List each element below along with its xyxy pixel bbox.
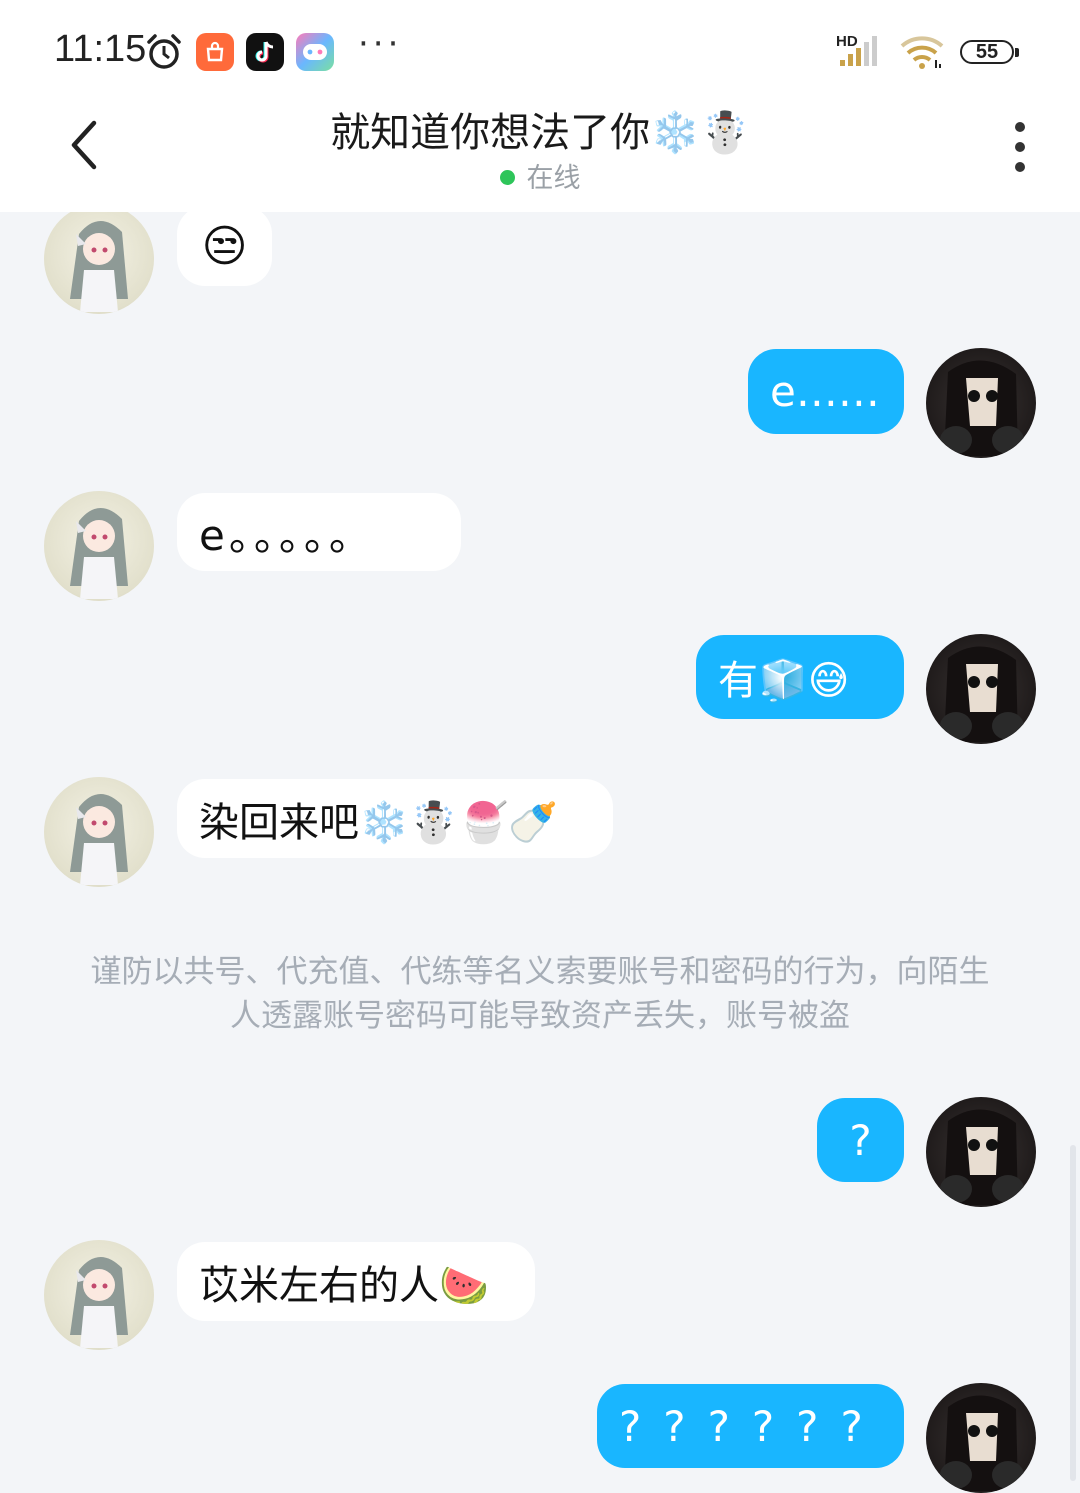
- wifi-icon: [900, 36, 944, 69]
- more-notifications-icon: ···: [358, 24, 403, 64]
- chat-title: 就知道你想法了你❄️☃️: [330, 110, 750, 156]
- message-bubble-outgoing[interactable]: 有🧊😅: [696, 635, 904, 719]
- friend-avatar[interactable]: [44, 1240, 154, 1350]
- top-bar: 11:15 ··· HD 55 就知道你想法了你❄️☃️ 在线: [0, 0, 1080, 212]
- more-vertical-icon: [1015, 122, 1025, 132]
- more-options-button[interactable]: [1003, 120, 1037, 174]
- message-text: e。。。。。: [199, 510, 375, 560]
- mall-app-icon: [196, 33, 234, 71]
- my-avatar[interactable]: [926, 1383, 1036, 1493]
- svg-text:HD: HD: [836, 33, 858, 50]
- scrollbar[interactable]: [1070, 1145, 1076, 1481]
- message-text: 😒: [201, 220, 248, 272]
- status-time: 11:15: [54, 28, 147, 70]
- friend-avatar[interactable]: [44, 204, 154, 314]
- message-text: 有🧊😅: [718, 658, 850, 704]
- message-text: e……: [770, 367, 880, 416]
- online-status: 在线: [0, 156, 1080, 195]
- game-app-icon: [296, 33, 334, 71]
- security-notice: 谨防以共号、代充值、代练等名义索要账号和密码的行为，向陌生人透露账号密码可能导致…: [90, 954, 990, 1034]
- signal-icon: HD: [836, 33, 877, 66]
- message-bubble-incoming[interactable]: 苡米左右的人🍉: [177, 1242, 535, 1321]
- message-bubble-incoming[interactable]: 😒: [177, 206, 272, 286]
- message-text: 染回来吧❄️☃️🍧🍼: [199, 799, 559, 846]
- battery-icon: 55: [960, 40, 1019, 64]
- online-dot: [499, 170, 515, 185]
- message-bubble-incoming[interactable]: 染回来吧❄️☃️🍧🍼: [177, 779, 613, 858]
- message-bubble-incoming[interactable]: e。。。。。: [177, 493, 461, 571]
- message-bubble-outgoing[interactable]: ?: [817, 1098, 904, 1182]
- friend-avatar[interactable]: [44, 777, 154, 887]
- alarm-icon: [147, 34, 181, 69]
- my-avatar[interactable]: [926, 1097, 1036, 1207]
- online-status-text: 在线: [526, 163, 581, 194]
- message-text: ??????: [619, 1401, 885, 1451]
- message-bubble-outgoing[interactable]: ??????: [597, 1384, 904, 1468]
- my-avatar[interactable]: [926, 348, 1036, 458]
- my-avatar[interactable]: [926, 634, 1036, 744]
- friend-avatar[interactable]: [44, 491, 154, 601]
- tiktok-app-icon: [246, 33, 284, 71]
- message-bubble-outgoing[interactable]: e……: [748, 349, 904, 434]
- message-text: 苡米左右的人🍉: [199, 1262, 489, 1309]
- message-text: ?: [849, 1115, 872, 1165]
